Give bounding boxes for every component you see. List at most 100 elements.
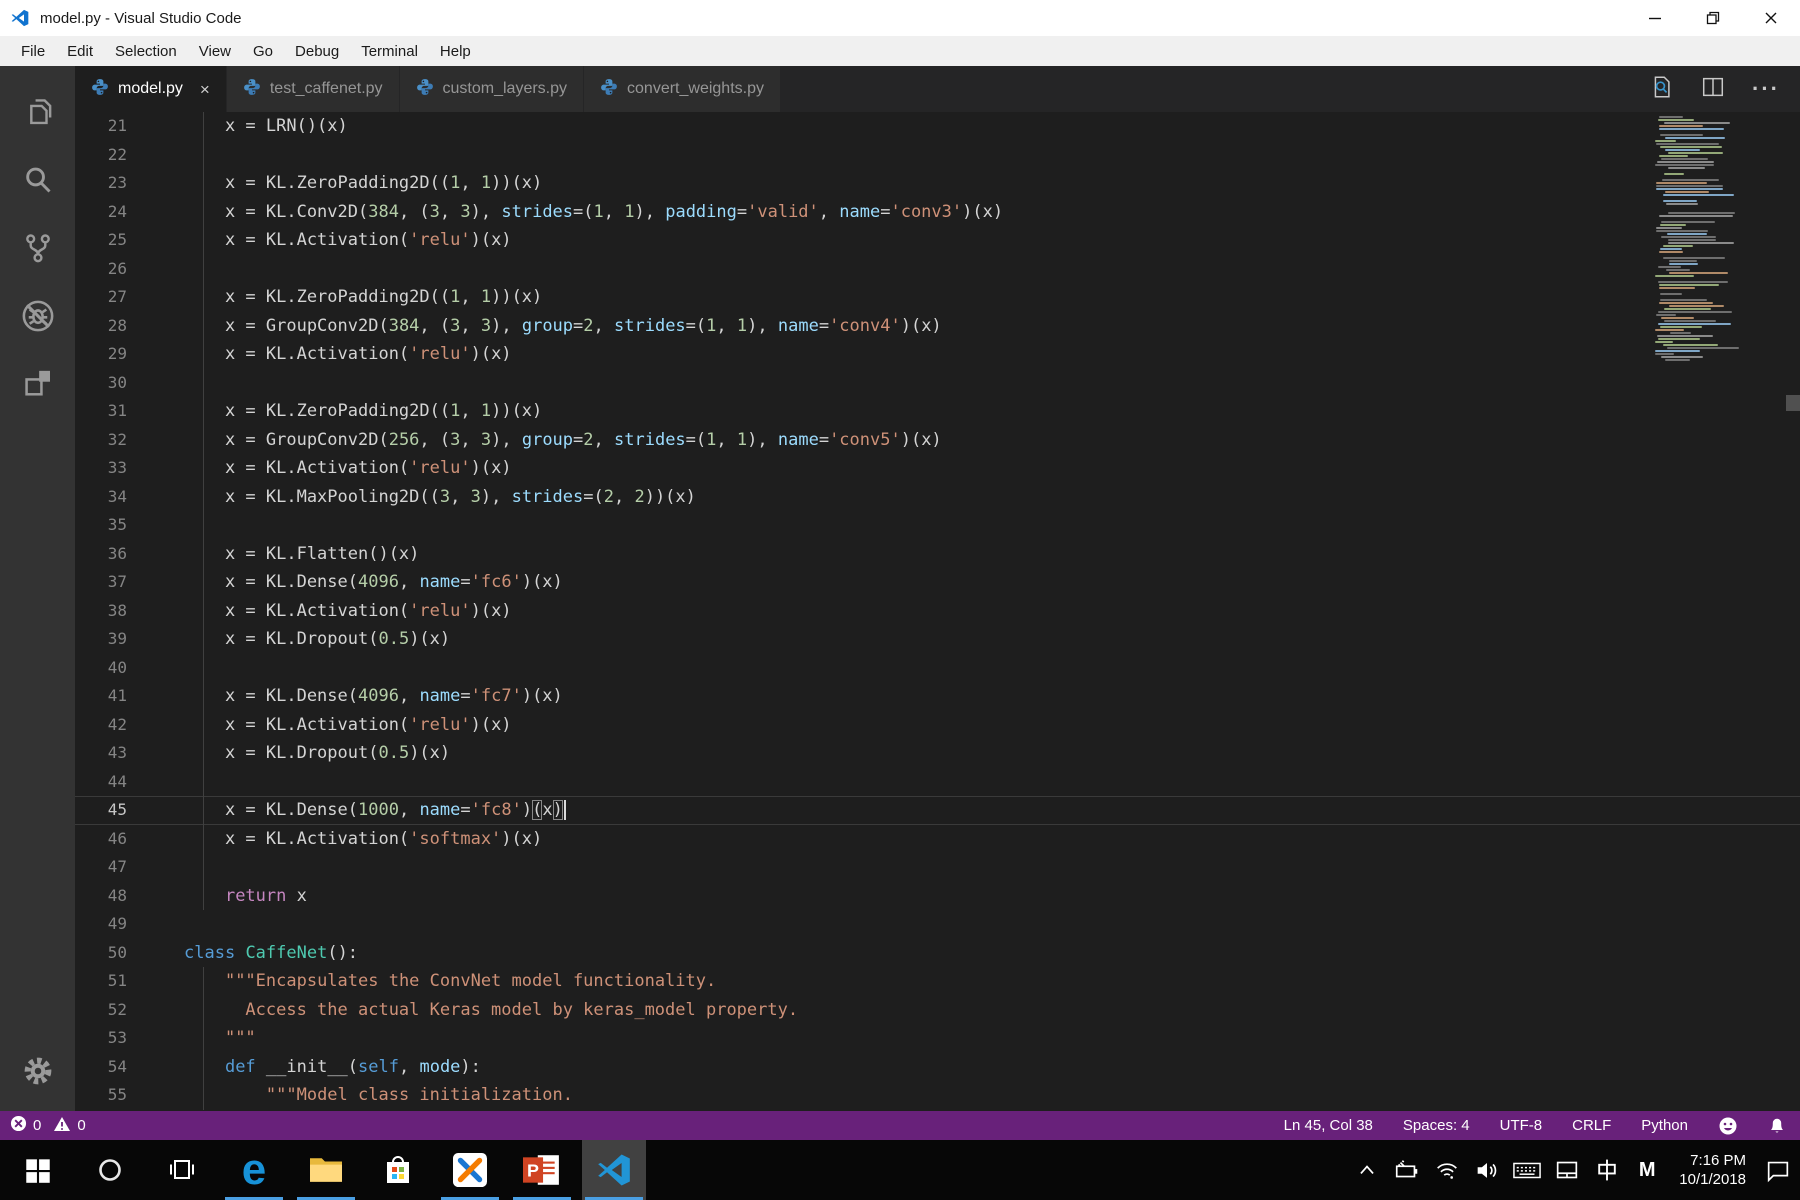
cortana-taskbar-icon[interactable]: [78, 1140, 142, 1200]
line-content[interactable]: x = KL.Activation('relu')(x): [184, 597, 512, 626]
line-number[interactable]: 21: [75, 112, 127, 141]
code-line[interactable]: 49: [75, 910, 1800, 939]
line-content[interactable]: x = KL.Dropout(0.5)(x): [184, 625, 450, 654]
line-number[interactable]: 29: [75, 340, 127, 369]
line-number[interactable]: 48: [75, 882, 127, 911]
code-line[interactable]: 37 x = KL.Dense(4096, name='fc6')(x): [75, 568, 1800, 597]
explorer-icon[interactable]: [13, 82, 63, 142]
code-line[interactable]: 34 x = KL.MaxPooling2D((3, 3), strides=(…: [75, 483, 1800, 512]
line-content[interactable]: x = KL.Dense(1000, name='fc8')(x): [184, 796, 566, 825]
line-content[interactable]: """: [184, 1024, 256, 1053]
line-content[interactable]: x = KL.Dense(4096, name='fc6')(x): [184, 568, 563, 597]
code-line[interactable]: 25 x = KL.Activation('relu')(x): [75, 226, 1800, 255]
find-in-file-icon[interactable]: [1648, 74, 1674, 105]
line-number[interactable]: 45: [75, 796, 127, 825]
line-number[interactable]: 38: [75, 597, 127, 626]
edge-taskbar-icon[interactable]: e: [222, 1140, 286, 1200]
line-number[interactable]: 30: [75, 369, 127, 398]
code-line[interactable]: 42 x = KL.Activation('relu')(x): [75, 711, 1800, 740]
vscode-taskbar-icon[interactable]: [582, 1140, 646, 1200]
start-taskbar-icon[interactable]: [6, 1140, 70, 1200]
line-number[interactable]: 22: [75, 141, 127, 170]
encoding[interactable]: UTF-8: [1500, 1117, 1543, 1134]
language-mode[interactable]: Python: [1641, 1117, 1688, 1134]
line-content[interactable]: x = KL.MaxPooling2D((3, 3), strides=(2, …: [184, 483, 696, 512]
eol-sequence[interactable]: CRLF: [1572, 1117, 1611, 1134]
code-line[interactable]: 36 x = KL.Flatten()(x): [75, 540, 1800, 569]
line-number[interactable]: 51: [75, 967, 127, 996]
line-content[interactable]: x = KL.Flatten()(x): [184, 540, 419, 569]
code-line[interactable]: 55 """Model class initialization.: [75, 1081, 1800, 1110]
task-view-taskbar-icon[interactable]: [150, 1140, 214, 1200]
debug-disabled-icon[interactable]: [13, 286, 63, 346]
line-number[interactable]: 37: [75, 568, 127, 597]
code-line[interactable]: 23 x = KL.ZeroPadding2D((1, 1))(x): [75, 169, 1800, 198]
line-number[interactable]: 33: [75, 454, 127, 483]
line-number[interactable]: 53: [75, 1024, 127, 1053]
line-number[interactable]: 43: [75, 739, 127, 768]
code-line[interactable]: 43 x = KL.Dropout(0.5)(x): [75, 739, 1800, 768]
line-number[interactable]: 32: [75, 426, 127, 455]
battery-icon[interactable]: [1389, 1148, 1425, 1192]
line-number[interactable]: 25: [75, 226, 127, 255]
menu-item-view[interactable]: View: [188, 43, 242, 60]
code-line[interactable]: 31 x = KL.ZeroPadding2D((1, 1))(x): [75, 397, 1800, 426]
source-control-icon[interactable]: [13, 218, 63, 278]
code-line[interactable]: 32 x = GroupConv2D(256, (3, 3), group=2,…: [75, 426, 1800, 455]
volume-icon[interactable]: [1469, 1148, 1505, 1192]
line-content[interactable]: """Encapsulates the ConvNet model functi…: [184, 967, 716, 996]
line-content[interactable]: class CaffeNet():: [184, 939, 358, 968]
file-explorer-taskbar-icon[interactable]: [294, 1140, 358, 1200]
line-number[interactable]: 24: [75, 198, 127, 227]
line-content[interactable]: x = KL.Activation('relu')(x): [184, 226, 512, 255]
action-center-icon[interactable]: [1760, 1148, 1796, 1192]
code-line[interactable]: 27 x = KL.ZeroPadding2D((1, 1))(x): [75, 283, 1800, 312]
tab-test_caffenet.py[interactable]: test_caffenet.py: [227, 66, 400, 112]
menu-item-go[interactable]: Go: [242, 43, 284, 60]
code-line[interactable]: 21 x = LRN()(x): [75, 112, 1800, 141]
line-number[interactable]: 34: [75, 483, 127, 512]
line-number[interactable]: 50: [75, 939, 127, 968]
code-line[interactable]: 29 x = KL.Activation('relu')(x): [75, 340, 1800, 369]
line-content[interactable]: x = KL.Conv2D(384, (3, 3), strides=(1, 1…: [184, 198, 1003, 227]
code-line[interactable]: 40: [75, 654, 1800, 683]
search-icon[interactable]: [13, 150, 63, 210]
split-editor-icon[interactable]: [1700, 74, 1726, 105]
ime-mode-icon[interactable]: M: [1629, 1148, 1665, 1192]
code-line[interactable]: 39 x = KL.Dropout(0.5)(x): [75, 625, 1800, 654]
menu-item-edit[interactable]: Edit: [56, 43, 104, 60]
line-number[interactable]: 47: [75, 853, 127, 882]
store-taskbar-icon[interactable]: [366, 1140, 430, 1200]
menu-item-terminal[interactable]: Terminal: [350, 43, 429, 60]
wifi-icon[interactable]: [1429, 1148, 1465, 1192]
line-number[interactable]: 46: [75, 825, 127, 854]
feedback-smiley-icon[interactable]: [1718, 1116, 1738, 1136]
code-line[interactable]: 28 x = GroupConv2D(384, (3, 3), group=2,…: [75, 312, 1800, 341]
line-number[interactable]: 44: [75, 768, 127, 797]
line-content[interactable]: x = KL.ZeroPadding2D((1, 1))(x): [184, 283, 542, 312]
line-content[interactable]: Access the actual Keras model by keras_m…: [184, 996, 798, 1025]
line-number[interactable]: 36: [75, 540, 127, 569]
line-content[interactable]: x = KL.Activation('relu')(x): [184, 711, 512, 740]
line-content[interactable]: x = KL.Activation('relu')(x): [184, 454, 512, 483]
menu-item-help[interactable]: Help: [429, 43, 482, 60]
problems-panel-toggle[interactable]: 0 0: [0, 1115, 86, 1136]
line-content[interactable]: x = KL.Activation('softmax')(x): [184, 825, 542, 854]
line-content[interactable]: x = GroupConv2D(384, (3, 3), group=2, st…: [184, 312, 942, 341]
line-number[interactable]: 54: [75, 1053, 127, 1082]
menu-item-selection[interactable]: Selection: [104, 43, 188, 60]
line-content[interactable]: x = KL.ZeroPadding2D((1, 1))(x): [184, 169, 542, 198]
code-line[interactable]: 41 x = KL.Dense(4096, name='fc7')(x): [75, 682, 1800, 711]
code-line[interactable]: 45 x = KL.Dense(1000, name='fc8')(x): [75, 796, 1800, 825]
code-line[interactable]: 54 def __init__(self, mode):: [75, 1053, 1800, 1082]
line-content[interactable]: x = KL.Dense(4096, name='fc7')(x): [184, 682, 563, 711]
notifications-bell-icon[interactable]: [1768, 1116, 1786, 1135]
line-number[interactable]: 26: [75, 255, 127, 284]
code-line[interactable]: 53 """: [75, 1024, 1800, 1053]
code-line[interactable]: 51 """Encapsulates the ConvNet model fun…: [75, 967, 1800, 996]
code-line[interactable]: 35: [75, 511, 1800, 540]
code-line[interactable]: 26: [75, 255, 1800, 284]
code-line[interactable]: 46 x = KL.Activation('softmax')(x): [75, 825, 1800, 854]
code-line[interactable]: 48 return x: [75, 882, 1800, 911]
line-number[interactable]: 52: [75, 996, 127, 1025]
